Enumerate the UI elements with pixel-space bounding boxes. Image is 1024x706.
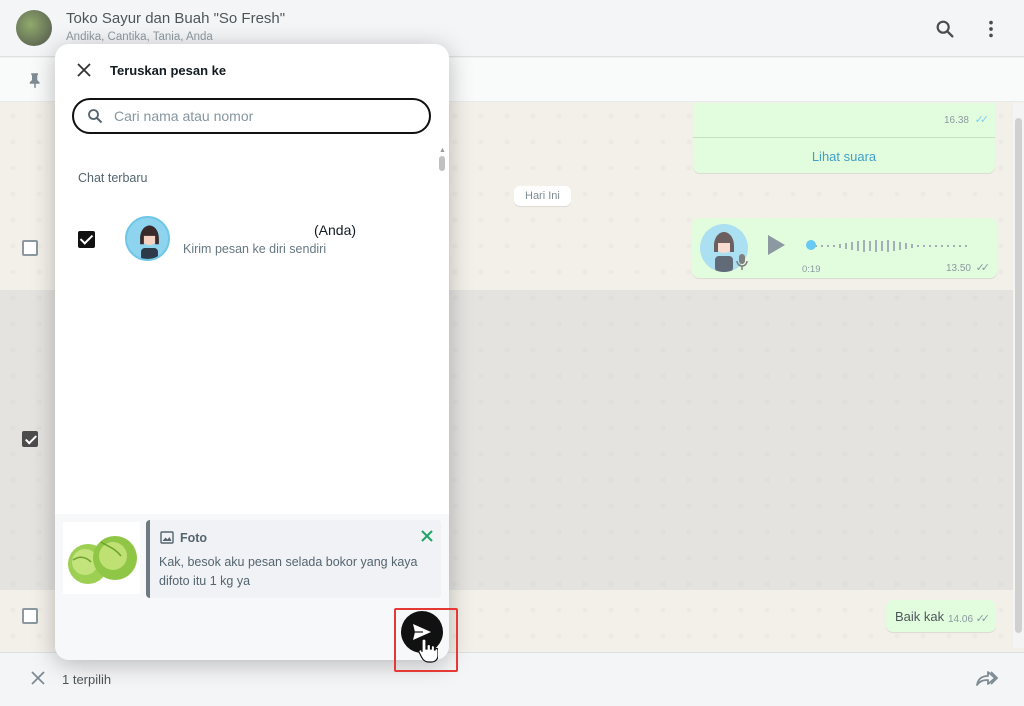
lettuce-photo-thumbnail [63, 522, 140, 594]
search-box[interactable] [72, 98, 431, 134]
contact-checkbox[interactable] [78, 231, 95, 248]
search-icon [88, 109, 103, 124]
quoted-message: Foto Kak, besok aku pesan selada bokor y… [146, 520, 441, 598]
forward-preview: Foto Kak, besok aku pesan selada bokor y… [55, 514, 449, 660]
contact-item[interactable]: (Anda) Kirim pesan ke diri sendiri [55, 208, 449, 270]
avatar [125, 216, 170, 261]
dialog-title: Teruskan pesan ke [110, 63, 227, 78]
search-input[interactable] [114, 106, 414, 126]
dialog-scrollbar-thumb[interactable] [439, 156, 445, 171]
quote-text: Kak, besok aku pesan selada bokor yang k… [159, 555, 418, 588]
remove-quote-icon[interactable] [420, 529, 434, 543]
contact-name: (Anda) [314, 222, 357, 238]
section-label: Chat terbaru [78, 171, 148, 185]
hand-cursor-icon [418, 638, 438, 663]
scroll-up-arrow-icon[interactable]: ▲ [439, 147, 446, 154]
image-icon [160, 531, 174, 544]
close-icon[interactable] [77, 63, 91, 77]
quote-type: Foto [180, 531, 208, 545]
forward-dialog: Teruskan pesan ke ▲ Chat terbaru (Anda) … [55, 44, 449, 660]
contact-subtitle: Kirim pesan ke diri sendiri [183, 242, 327, 256]
